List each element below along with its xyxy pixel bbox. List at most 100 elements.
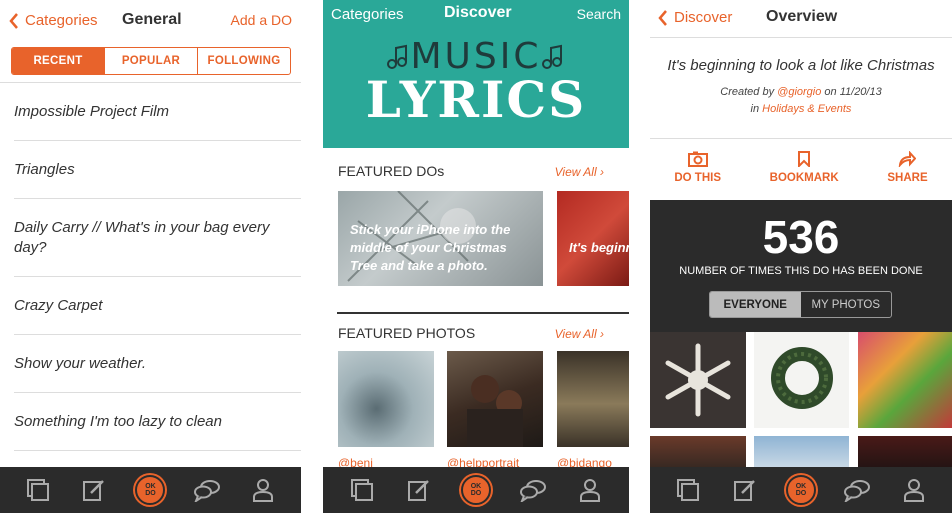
tab-bar: OK DO bbox=[0, 467, 301, 513]
chat-bubbles-icon[interactable] bbox=[842, 475, 872, 505]
cards-icon[interactable] bbox=[673, 475, 703, 505]
do-this-button[interactable]: DO THIS bbox=[674, 139, 721, 200]
categories-button[interactable]: Categories bbox=[331, 6, 404, 23]
list-item[interactable]: Daily Carry // What's in your bag every … bbox=[14, 199, 301, 277]
compose-icon[interactable] bbox=[79, 475, 109, 505]
overview-screen: Discover Overview It's beginning to look… bbox=[650, 0, 952, 513]
chevron-left-icon bbox=[9, 12, 18, 29]
featured-do-card[interactable]: Stick your iPhone into the middle of you… bbox=[338, 191, 543, 286]
list-item[interactable]: Something I'm too lazy to clean bbox=[14, 393, 301, 451]
page-title: Overview bbox=[766, 8, 838, 25]
featured-do-card[interactable]: It's beginn Christmas bbox=[557, 191, 629, 286]
featured-photos-heading: FEATURED PHOTOS bbox=[338, 325, 476, 341]
camera-icon bbox=[687, 151, 708, 167]
okdo-line1: OK bbox=[470, 483, 482, 490]
add-do-button[interactable]: Add a DO bbox=[231, 12, 292, 28]
page-title: Discover bbox=[444, 4, 512, 21]
back-label: Categories bbox=[25, 12, 98, 29]
okdo-logo-icon[interactable]: OK DO bbox=[785, 475, 816, 505]
action-bar: DO THIS BOOKMARK SHARE bbox=[650, 138, 952, 200]
chat-bubbles-icon[interactable] bbox=[192, 475, 222, 505]
chat-bubbles-icon[interactable] bbox=[518, 475, 548, 505]
hero-title-bottom: LYRICS bbox=[365, 70, 587, 129]
sort-tabs: RECENT POPULAR FOLLOWING bbox=[11, 47, 291, 75]
okdo-line2: DO bbox=[145, 490, 156, 497]
bookmark-label: BOOKMARK bbox=[769, 172, 839, 184]
back-label: Discover bbox=[674, 9, 733, 26]
bookmark-button[interactable]: BOOKMARK bbox=[770, 139, 839, 200]
general-screen: Categories General Add a DO RECENT POPUL… bbox=[0, 0, 301, 513]
tab-bar: OK DO bbox=[650, 467, 952, 513]
chevron-left-icon bbox=[658, 9, 667, 26]
tab-bar: OK DO bbox=[323, 467, 629, 513]
tab-everyone[interactable]: EVERYONE bbox=[710, 292, 801, 317]
do-title: It's beginning to look a lot like Christ… bbox=[667, 57, 935, 74]
do-this-label: DO THIS bbox=[674, 172, 721, 184]
cards-icon[interactable] bbox=[23, 475, 53, 505]
category-line: in Holidays & Events bbox=[650, 103, 952, 115]
okdo-line1: OK bbox=[795, 483, 807, 490]
featured-dos-heading: FEATURED DOs bbox=[338, 163, 445, 179]
list-item[interactable]: Show your weather. bbox=[14, 335, 301, 393]
tab-recent[interactable]: RECENT bbox=[12, 48, 104, 74]
cards-icon[interactable] bbox=[347, 475, 377, 505]
photo-thumbnail[interactable] bbox=[650, 332, 746, 428]
view-all-photos-link[interactable]: View All › bbox=[555, 327, 604, 341]
okdo-line2: DO bbox=[470, 490, 482, 497]
snowflake-image bbox=[665, 343, 731, 417]
bookmark-icon bbox=[798, 151, 811, 167]
do-list: Impossible Project Film Triangles Daily … bbox=[0, 82, 301, 451]
featured-photo[interactable] bbox=[447, 351, 543, 447]
view-all-dos-link[interactable]: View All › bbox=[555, 165, 604, 179]
share-label: SHARE bbox=[887, 172, 928, 184]
discover-screen: Categories Discover Search MUSIC LYRICS … bbox=[323, 0, 629, 513]
page-title: General bbox=[122, 11, 182, 28]
chevron-right-icon: › bbox=[600, 327, 604, 341]
okdo-line1: OK bbox=[145, 483, 156, 490]
featured-photo[interactable] bbox=[338, 351, 434, 447]
list-item[interactable]: Impossible Project Film bbox=[14, 83, 301, 141]
tab-my-photos[interactable]: MY PHOTOS bbox=[801, 292, 892, 317]
categories-label: Categories bbox=[331, 6, 404, 23]
hero-banner[interactable]: Categories Discover Search MUSIC LYRICS bbox=[323, 0, 629, 148]
do-count-caption: NUMBER OF TIMES THIS DO HAS BEEN DONE bbox=[679, 265, 923, 277]
creator-link[interactable]: @giorgio bbox=[777, 86, 821, 98]
back-button[interactable]: Categories bbox=[9, 12, 98, 29]
tab-popular[interactable]: POPULAR bbox=[104, 48, 197, 74]
profile-icon[interactable] bbox=[248, 475, 278, 505]
okdo-logo-icon[interactable]: OK DO bbox=[135, 475, 166, 505]
list-item[interactable]: Triangles bbox=[14, 141, 301, 199]
compose-icon[interactable] bbox=[404, 475, 434, 505]
section-divider bbox=[337, 312, 629, 314]
photo-thumbnail[interactable] bbox=[754, 332, 849, 428]
photo-thumbnail[interactable] bbox=[858, 332, 952, 428]
created-date: on 11/20/13 bbox=[824, 86, 882, 98]
featured-do-text: Stick your iPhone into the middle of you… bbox=[350, 222, 511, 273]
created-by-line: Created by @giorgio on 11/20/13 bbox=[650, 86, 952, 98]
nav-bar: Categories General Add a DO bbox=[0, 0, 301, 40]
chevron-right-icon: › bbox=[600, 165, 604, 179]
created-by-prefix: Created by bbox=[720, 86, 775, 98]
nav-bar: Discover Overview bbox=[650, 0, 952, 38]
in-prefix: in bbox=[750, 103, 760, 115]
back-button[interactable]: Discover bbox=[658, 9, 732, 26]
do-count: 536 bbox=[762, 211, 840, 263]
photo-filter-tabs: EVERYONE MY PHOTOS bbox=[709, 291, 892, 318]
wreath-image bbox=[771, 347, 833, 409]
featured-do-text: It's beginn Christmas bbox=[569, 240, 629, 255]
featured-photo[interactable] bbox=[557, 351, 629, 447]
share-button[interactable]: SHARE bbox=[887, 139, 928, 200]
profile-icon[interactable] bbox=[575, 475, 605, 505]
okdo-logo-icon[interactable]: OK DO bbox=[460, 475, 491, 505]
share-arrow-icon bbox=[899, 151, 917, 167]
stats-panel: 536 NUMBER OF TIMES THIS DO HAS BEEN DON… bbox=[650, 200, 952, 332]
portrait-image bbox=[467, 375, 523, 447]
category-link[interactable]: Holidays & Events bbox=[762, 103, 851, 115]
search-button[interactable]: Search bbox=[577, 6, 621, 22]
compose-icon[interactable] bbox=[730, 475, 760, 505]
tab-following[interactable]: FOLLOWING bbox=[197, 48, 290, 74]
list-item[interactable]: Crazy Carpet bbox=[14, 277, 301, 335]
profile-icon[interactable] bbox=[899, 475, 929, 505]
okdo-line2: DO bbox=[795, 490, 807, 497]
view-all-label: View All bbox=[554, 327, 597, 341]
